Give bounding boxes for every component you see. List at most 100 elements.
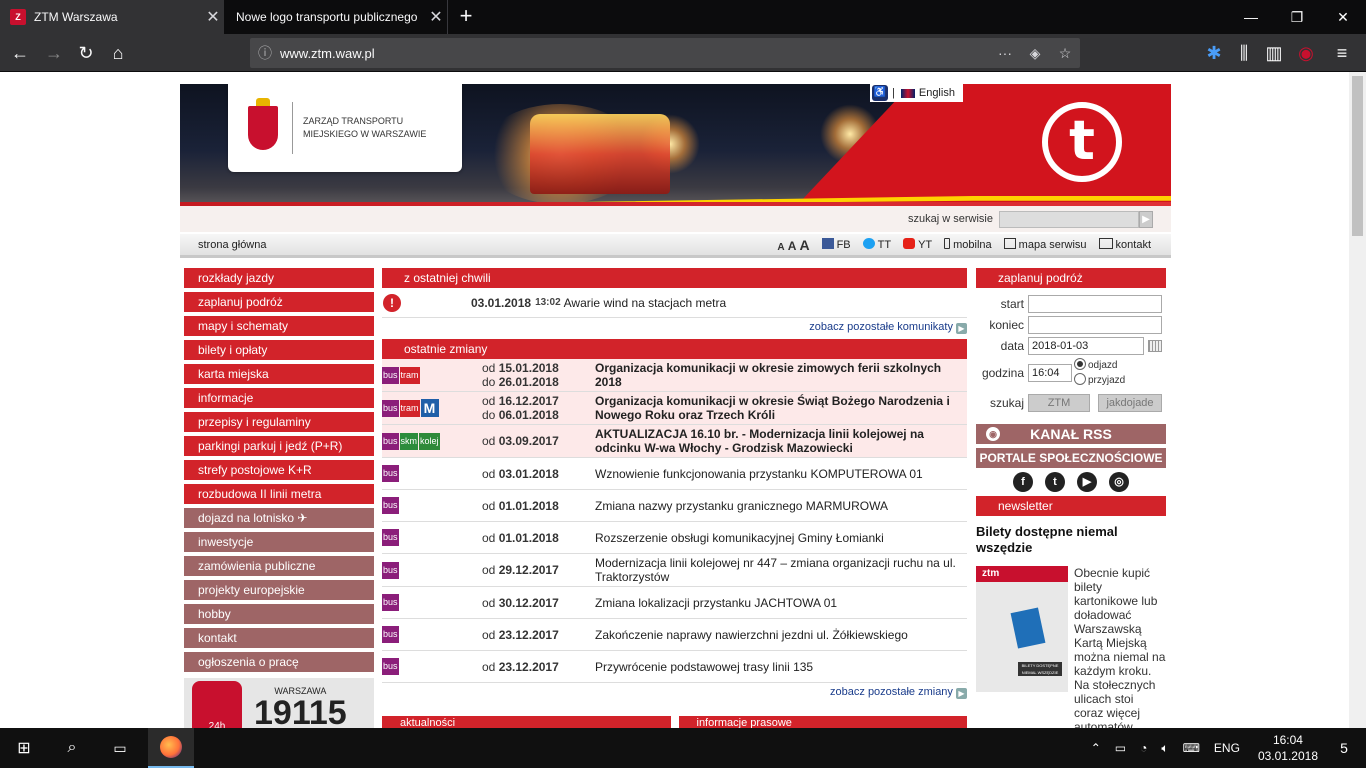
- change-row[interactable]: bus od 23.12.2017 Przywrócenie podstawowej…: [382, 651, 967, 683]
- news-title[interactable]: Bilety dostępne niemal wszędzie: [976, 524, 1166, 556]
- time-input[interactable]: 16:04: [1028, 364, 1072, 382]
- page-scrollbar[interactable]: [1349, 72, 1366, 728]
- change-row[interactable]: bus od 01.01.2018 Zmiana nazwy przystanku …: [382, 490, 967, 522]
- call-center-19115[interactable]: 24h WARSZAWA 19115: [184, 678, 374, 728]
- left-menu-item[interactable]: dojazd na lotnisko ✈: [184, 508, 374, 528]
- address-bar[interactable]: ⓘ www.ztm.waw.pl ··· ◈ ☆: [250, 38, 1080, 68]
- arrive-radio[interactable]: [1074, 373, 1086, 385]
- ztm-logo[interactable]: ZARZĄD TRANSPORTU MIEJSKIEGO W WARSZAWIE: [228, 84, 462, 172]
- news-section-header[interactable]: aktualności: [382, 716, 671, 728]
- left-menu-item[interactable]: informacje: [184, 388, 374, 408]
- start-button[interactable]: ⊞: [0, 728, 48, 768]
- change-title[interactable]: AKTUALIZACJA 16.10 br. - Modernizacja li…: [595, 425, 967, 457]
- search-icon[interactable]: ⌕: [48, 728, 96, 768]
- more-changes-link[interactable]: zobacz pozostałe zmiany ▶: [382, 683, 967, 704]
- start-input[interactable]: [1028, 295, 1162, 313]
- facebook-icon[interactable]: f: [1013, 472, 1033, 492]
- change-title[interactable]: Organizacja komunikacji w okresie Świąt …: [595, 392, 967, 424]
- extension-icon[interactable]: ✱: [1200, 39, 1228, 67]
- change-title[interactable]: Organizacja komunikacji w okresie zimowy…: [595, 359, 967, 391]
- site-info-icon[interactable]: ⓘ: [250, 43, 280, 63]
- left-menu-item[interactable]: mapy i schematy: [184, 316, 374, 336]
- change-title[interactable]: Wznowienie funkcjonowania przystanku KOM…: [595, 465, 967, 483]
- language-switch[interactable]: ♿ | English: [870, 84, 963, 102]
- jakdojade-button[interactable]: jakdojade: [1098, 394, 1162, 412]
- show-hidden-icons[interactable]: ⌃: [1091, 741, 1101, 755]
- left-menu-item[interactable]: strefy postojowe K+R: [184, 460, 374, 480]
- keyboard-icon[interactable]: ⌨: [1183, 741, 1200, 755]
- left-menu-item[interactable]: karta miejska: [184, 364, 374, 384]
- english-link[interactable]: English: [919, 87, 955, 99]
- date-input[interactable]: 2018-01-03: [1028, 337, 1144, 355]
- change-title[interactable]: Modernizacja linii kolejowej nr 447 – zm…: [595, 554, 967, 586]
- left-menu-item[interactable]: hobby: [184, 604, 374, 624]
- more-messages-link[interactable]: zobacz pozostałe komunikaty ▶: [382, 318, 967, 339]
- urgent-item[interactable]: ! 03.01.2018 13:02 Awarie wind na stacja…: [382, 288, 967, 318]
- home-link[interactable]: strona główna: [198, 239, 267, 251]
- twitter-link[interactable]: TT: [862, 238, 891, 251]
- left-menu-item[interactable]: zaplanuj podróż: [184, 292, 374, 312]
- news-image[interactable]: ztm BILETY DOSTĘPNE NIEMAL WSZĘDZIE: [976, 566, 1068, 692]
- restore-button[interactable]: ❐: [1274, 0, 1320, 34]
- clock[interactable]: 16:04 03.01.2018: [1258, 732, 1318, 764]
- mobile-link[interactable]: mobilna: [944, 238, 992, 251]
- volume-icon[interactable]: 🔈︎: [1161, 741, 1168, 756]
- change-title[interactable]: Rozszerzenie obsługi komunikacyjnej Gmin…: [595, 529, 967, 547]
- change-row[interactable]: bus tram od 15.01.2018 do 26.01.2018 Organiz…: [382, 359, 967, 392]
- change-row[interactable]: bus tram Mod 16.12.2017 do 06.01.2018 Organi…: [382, 392, 967, 425]
- tab-nowe-logo[interactable]: Nowe logo transportu publicznego ✕: [224, 0, 448, 34]
- left-menu-item[interactable]: kontakt: [184, 628, 374, 648]
- change-row[interactable]: bus skm kolej od 03.09.2017 AKTUALIZACJA 16.…: [382, 425, 967, 458]
- reload-button[interactable]: ↻: [72, 39, 100, 67]
- new-tab-button[interactable]: +: [452, 0, 480, 34]
- change-row[interactable]: bus od 23.12.2017 Zakończenie naprawy nawi…: [382, 619, 967, 651]
- font-small-button[interactable]: A: [777, 242, 784, 253]
- change-title[interactable]: Przywrócenie podstawowej trasy linii 135: [595, 658, 967, 676]
- youtube-icon[interactable]: ▶: [1077, 472, 1097, 492]
- font-medium-button[interactable]: A: [788, 239, 797, 253]
- menu-icon[interactable]: ≡: [1328, 39, 1356, 67]
- depart-radio[interactable]: [1074, 358, 1086, 370]
- change-row[interactable]: bus od 30.12.2017 Zmiana lokalizacji przys…: [382, 587, 967, 619]
- input-language[interactable]: ENG: [1214, 741, 1240, 755]
- library-icon[interactable]: ⫼: [1230, 39, 1258, 67]
- font-large-button[interactable]: A: [799, 237, 809, 253]
- press-section-header[interactable]: informacje prasowe: [678, 716, 967, 728]
- end-input[interactable]: [1028, 316, 1162, 334]
- left-menu-item[interactable]: bilety i opłaty: [184, 340, 374, 360]
- left-menu-item[interactable]: zamówienia publiczne: [184, 556, 374, 576]
- minimize-button[interactable]: —: [1228, 0, 1274, 34]
- urgent-text[interactable]: Awarie wind na stacjach metra: [564, 296, 727, 310]
- calendar-icon[interactable]: [1148, 340, 1162, 352]
- facebook-link[interactable]: FB: [821, 238, 851, 251]
- network-icon[interactable]: ◔: [1140, 741, 1147, 755]
- bookmark-star-icon[interactable]: ☆: [1050, 45, 1080, 62]
- sidebar-icon[interactable]: ▥: [1260, 39, 1288, 67]
- close-tab-icon[interactable]: ✕: [425, 7, 447, 27]
- pocket-icon[interactable]: ◈: [1020, 45, 1050, 62]
- contact-link[interactable]: kontakt: [1098, 238, 1151, 251]
- home-button[interactable]: ⌂: [104, 39, 132, 67]
- battery-icon[interactable]: ▭: [1115, 741, 1126, 755]
- left-menu-item[interactable]: parkingi parkuj i jedź (P+R): [184, 436, 374, 456]
- change-row[interactable]: bus od 29.12.2017 Modernizacja linii kolej…: [382, 554, 967, 587]
- search-submit-button[interactable]: ▶: [1138, 210, 1153, 228]
- ublock-icon[interactable]: ◉: [1292, 39, 1320, 67]
- left-menu-item[interactable]: przepisy i regulaminy: [184, 412, 374, 432]
- left-menu-item[interactable]: ogłoszenia o pracę: [184, 652, 374, 672]
- depart-option[interactable]: odjazd: [1074, 358, 1125, 373]
- newsletter-link[interactable]: newsletter: [976, 496, 1166, 516]
- left-menu-item[interactable]: rozkłady jazdy: [184, 268, 374, 288]
- left-menu-item[interactable]: projekty europejskie: [184, 580, 374, 600]
- rss-feed-link[interactable]: ◉ KANAŁ RSS: [976, 424, 1166, 444]
- twitter-icon[interactable]: t: [1045, 472, 1065, 492]
- page-actions-icon[interactable]: ···: [990, 45, 1020, 61]
- youtube-link[interactable]: YT: [903, 238, 932, 251]
- task-view-icon[interactable]: ▭: [96, 728, 144, 768]
- sitemap-link[interactable]: mapa serwisu: [1003, 238, 1087, 251]
- firefox-taskbar-button[interactable]: [148, 728, 194, 768]
- close-tab-icon[interactable]: ✕: [202, 7, 224, 27]
- instagram-icon[interactable]: ◎: [1109, 472, 1129, 492]
- tab-ztm-warszawa[interactable]: Z ZTM Warszawa ✕: [0, 0, 224, 34]
- notifications-button[interactable]: 5: [1322, 728, 1366, 768]
